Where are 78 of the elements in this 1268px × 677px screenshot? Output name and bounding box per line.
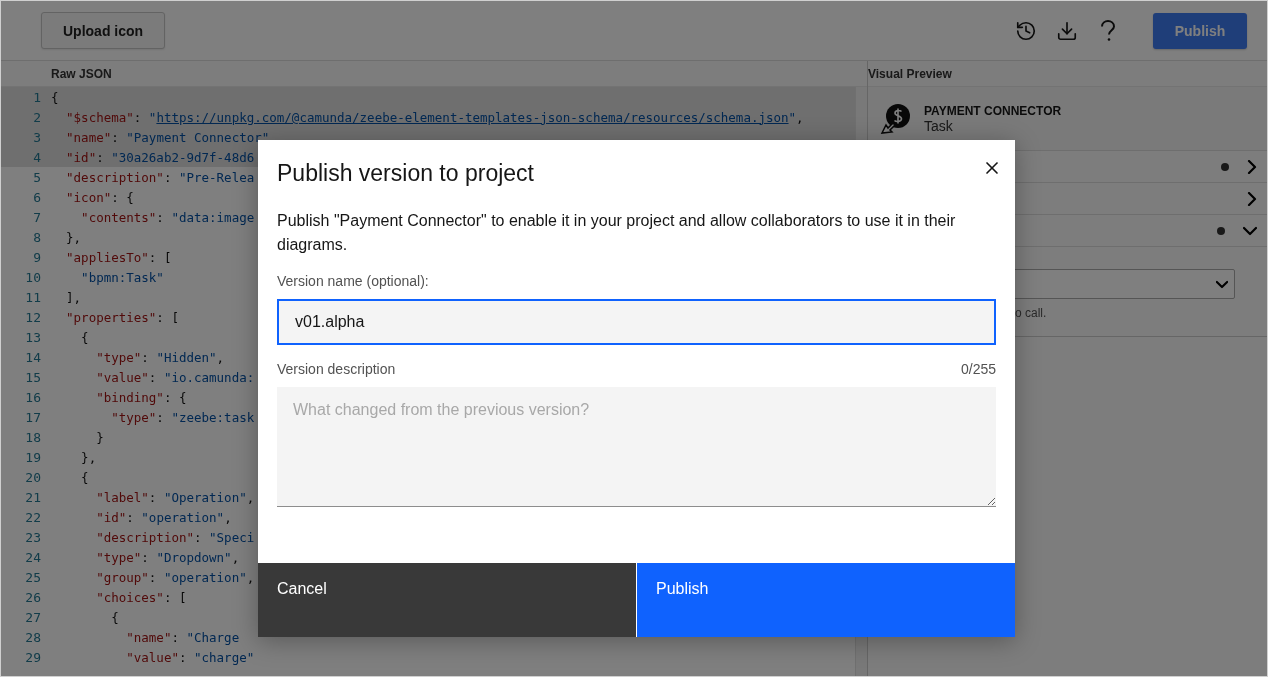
line-number: 27 — [24, 609, 41, 625]
line-number: 24 — [24, 549, 41, 565]
line-number: 10 — [24, 269, 41, 285]
field-label: Version name (optional): — [277, 273, 429, 289]
line-number: 16 — [24, 389, 41, 405]
schema-link[interactable]: https://unpkg.com/@camunda/zeebe-element-templates-json-schema/resources/schema.json — [156, 109, 789, 125]
line-number: 5 — [32, 169, 41, 185]
code-line: "id": "operation", — [95, 509, 232, 525]
line-number: 1 — [32, 89, 41, 105]
code-line: "contents": "data:image — [80, 209, 255, 225]
line-number: 14 — [24, 349, 41, 365]
line-number: 11 — [24, 289, 41, 305]
line-number: 26 — [24, 589, 41, 605]
help-icon — [1100, 19, 1116, 42]
code-line: { — [50, 89, 59, 105]
code-line: "value": "io.camunda: — [95, 369, 255, 385]
line-number: 4 — [32, 149, 41, 165]
code-line: }, — [80, 449, 97, 465]
code-line: "group": "operation", — [95, 569, 255, 585]
code-line: "icon": { — [65, 189, 134, 205]
code-line: "type": "Dropdown", — [95, 549, 240, 565]
element-name: PAYMENT CONNECTOR — [924, 103, 1062, 118]
line-number: 7 — [32, 209, 41, 225]
line-number: 23 — [24, 529, 41, 545]
code-line: "name": "Payment Connector" — [65, 129, 270, 145]
pane-title: Visual Preview — [868, 66, 952, 81]
line-number: 25 — [24, 569, 41, 585]
code-line: "binding": { — [95, 389, 187, 405]
element-type: Task — [924, 117, 954, 134]
code-line: "label": "Operation", — [95, 489, 255, 505]
code-line: "id": "30a26ab2-9d7f-48d6 — [65, 149, 255, 165]
line-number: 9 — [32, 249, 41, 265]
code-line: "description": "Pre-Relea — [65, 169, 255, 185]
line-number: 3 — [32, 129, 41, 145]
chevron-down-icon — [1216, 279, 1228, 289]
code-line: "bpmn:Task" — [80, 269, 164, 285]
line-number: 2 — [32, 109, 41, 125]
field-hint: o call. — [1014, 306, 1048, 320]
publish-button[interactable]: Publish — [1153, 12, 1247, 49]
line-number: 19 — [24, 449, 41, 465]
line-number: 13 — [24, 329, 41, 345]
code-line: "name": "Charge — [125, 629, 240, 645]
code-line: "type": "zeebe:task — [110, 409, 255, 425]
code-line: "$schema": "https://unpkg.com/@camunda/zeebe-element-templates-json-schema/resources/schema.json", — [65, 109, 804, 125]
line-number: 22 — [24, 509, 41, 525]
line-number: 20 — [24, 469, 41, 485]
line-number: 6 — [32, 189, 41, 205]
dialog-title: Publish version to project — [277, 160, 534, 187]
line-number: 15 — [24, 369, 41, 385]
character-counter: 0/255 — [960, 361, 996, 377]
code-line: "appliesTo": [ — [65, 249, 172, 265]
line-number: 21 — [24, 489, 41, 505]
code-line: "type": "Hidden", — [95, 349, 225, 365]
code-line: { — [80, 329, 89, 345]
version-name-field[interactable]: v01.alpha — [277, 299, 996, 345]
code-line: "choices": [ — [95, 589, 187, 605]
code-line: "properties": [ — [65, 309, 179, 325]
upload-icon-button[interactable]: Upload icon — [41, 12, 166, 49]
code-line: }, — [65, 229, 82, 245]
dollar-cursor-icon — [880, 102, 912, 135]
line-number: 8 — [32, 229, 41, 245]
code-line: } — [95, 429, 104, 445]
line-number: 12 — [24, 309, 41, 325]
code-line: { — [110, 609, 119, 625]
line-number: 28 — [24, 629, 41, 645]
line-number: 18 — [24, 429, 41, 445]
publish-button[interactable]: Publish — [637, 563, 1015, 637]
pane-title: Raw JSON — [50, 66, 112, 81]
dialog-message: Publish "Payment Connector" to enable it in your project and allow collaborators to use it in their diagrams. — [277, 211, 957, 255]
line-number: 17 — [24, 409, 41, 425]
code-line: ], — [65, 289, 82, 305]
cancel-button[interactable]: Cancel — [258, 563, 636, 637]
line-number: 29 — [24, 649, 41, 665]
code-line: "description": "Speci — [95, 529, 255, 545]
field-label: Version description — [277, 361, 396, 377]
version-description-field[interactable]: What changed from the previous version? — [277, 387, 996, 507]
code-line: "value": "charge" — [125, 649, 255, 665]
code-line: { — [80, 469, 89, 485]
